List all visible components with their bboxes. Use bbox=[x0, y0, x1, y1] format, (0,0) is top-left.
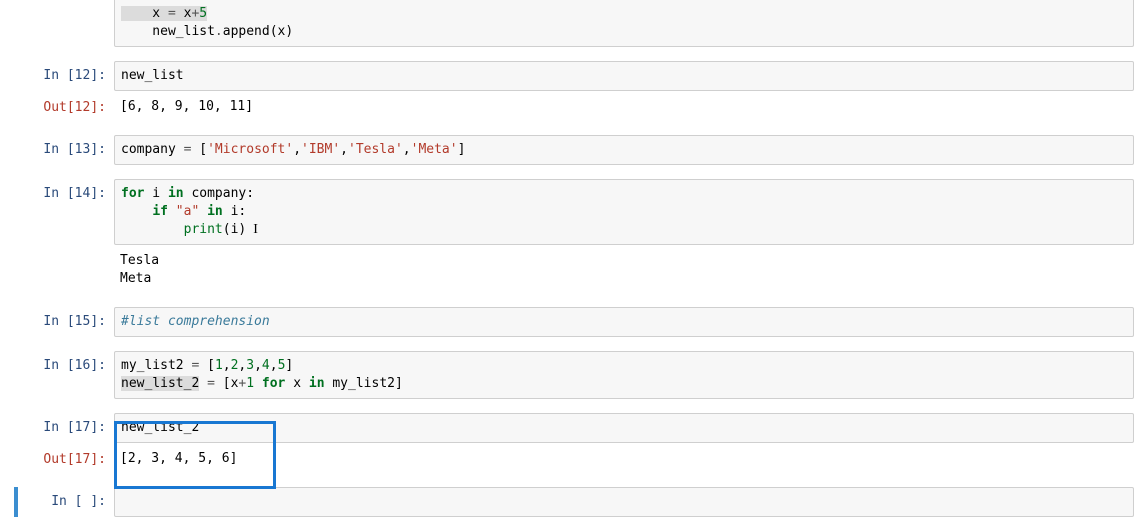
bracket: [ bbox=[191, 142, 207, 157]
code-text: x bbox=[176, 6, 192, 21]
prompt-in-12: In [12]: bbox=[14, 61, 114, 85]
code-input-empty[interactable] bbox=[114, 487, 1134, 517]
code-cell-14: In [14]: for i in company: if "a" in i: … bbox=[14, 179, 1134, 245]
str-tesla: 'Tesla' bbox=[348, 142, 403, 157]
text-cursor-icon: I bbox=[246, 222, 258, 237]
str-meta: 'Meta' bbox=[411, 142, 458, 157]
comma: , bbox=[340, 142, 348, 157]
prompt-in-empty: In [ ]: bbox=[18, 487, 114, 511]
comma: , bbox=[223, 358, 231, 373]
num: 3 bbox=[246, 358, 254, 373]
op-eq: = bbox=[207, 376, 215, 391]
comma: , bbox=[254, 358, 262, 373]
comma: , bbox=[403, 142, 411, 157]
prompt-out-12: Out[12]: bbox=[14, 93, 114, 117]
notebook-page: x = x+5 new_list.append(x) In [12]: new_… bbox=[0, 0, 1134, 517]
code-text: new_list bbox=[121, 68, 184, 83]
kw-in: in bbox=[168, 186, 184, 201]
indent bbox=[121, 204, 152, 219]
code-input-16[interactable]: my_list2 = [1,2,3,4,5] new_list_2 = [x+1… bbox=[114, 351, 1134, 399]
output-row-12: Out[12]: [6, 8, 9, 10, 11] bbox=[14, 93, 1134, 121]
code-text: i: bbox=[223, 204, 246, 219]
var-company: company bbox=[121, 142, 184, 157]
kw-in: in bbox=[309, 376, 325, 391]
comma: , bbox=[293, 142, 301, 157]
code-text bbox=[199, 376, 207, 391]
output-text-14: Tesla Meta bbox=[114, 247, 1134, 293]
code-cell-12: In [12]: new_list bbox=[14, 61, 1134, 91]
code-cell-15: In [15]: #list comprehension bbox=[14, 307, 1134, 337]
code-cell-13: In [13]: company = ['Microsoft','IBM','T… bbox=[14, 135, 1134, 165]
bracket: ] bbox=[458, 142, 466, 157]
num-5: 5 bbox=[199, 6, 207, 21]
output-text-12: [6, 8, 9, 10, 11] bbox=[114, 93, 1134, 121]
code-text: [x bbox=[215, 376, 238, 391]
code-text: my_list2] bbox=[325, 376, 403, 391]
bracket: [ bbox=[199, 358, 215, 373]
code-text bbox=[121, 494, 129, 509]
comma: , bbox=[270, 358, 278, 373]
code-input-12[interactable]: new_list bbox=[114, 61, 1134, 91]
prompt-in-17: In [17]: bbox=[14, 413, 114, 437]
code-text: i bbox=[144, 186, 167, 201]
comment-list-comprehension: #list comprehension bbox=[121, 314, 270, 329]
code-text: append(x) bbox=[223, 24, 293, 39]
output-row-17: Out[17]: [2, 3, 4, 5, 6] bbox=[14, 445, 1134, 473]
kw-if: if bbox=[152, 204, 168, 219]
str-microsoft: 'Microsoft' bbox=[207, 142, 293, 157]
kw-for: for bbox=[121, 186, 144, 201]
var-newlist2: new_list_2 bbox=[121, 376, 199, 391]
op-eq: = bbox=[168, 6, 176, 21]
output-row-14: Tesla Meta bbox=[14, 247, 1134, 293]
num: 4 bbox=[262, 358, 270, 373]
code-cell-17: In [17]: new_list_2 bbox=[14, 413, 1134, 443]
code-input-13[interactable]: company = ['Microsoft','IBM','Tesla','Me… bbox=[114, 135, 1134, 165]
kw-for: for bbox=[262, 376, 285, 391]
code-text: x bbox=[285, 376, 308, 391]
prompt-blank bbox=[14, 247, 114, 253]
code-input-fragment[interactable]: x = x+5 new_list.append(x) bbox=[114, 0, 1134, 47]
code-text: x bbox=[121, 6, 168, 21]
indent bbox=[121, 222, 184, 237]
code-input-15[interactable]: #list comprehension bbox=[114, 307, 1134, 337]
prompt-out-17: Out[17]: bbox=[14, 445, 114, 469]
code-input-14[interactable]: for i in company: if "a" in i: print(i) … bbox=[114, 179, 1134, 245]
prompt-in-blank bbox=[14, 0, 114, 6]
prompt-in-13: In [13]: bbox=[14, 135, 114, 159]
code-text bbox=[199, 204, 207, 219]
prompt-in-14: In [14]: bbox=[14, 179, 114, 203]
code-input-17[interactable]: new_list_2 bbox=[114, 413, 1134, 443]
num: 1 bbox=[215, 358, 223, 373]
output-text-17: [2, 3, 4, 5, 6] bbox=[114, 445, 1134, 473]
str-a: "a" bbox=[176, 204, 199, 219]
builtin-print: print bbox=[184, 222, 223, 237]
code-cell-16: In [16]: my_list2 = [1,2,3,4,5] new_list… bbox=[14, 351, 1134, 399]
str-ibm: 'IBM' bbox=[301, 142, 340, 157]
code-text: company: bbox=[184, 186, 254, 201]
code-text: new_list_2 bbox=[121, 420, 199, 435]
code-text bbox=[168, 204, 176, 219]
kw-in: in bbox=[207, 204, 223, 219]
prompt-in-16: In [16]: bbox=[14, 351, 114, 375]
code-text: new_list bbox=[121, 24, 215, 39]
code-cell-empty-selected[interactable]: In [ ]: bbox=[14, 487, 1134, 517]
highlighted-group: In [17]: new_list_2 Out[17]: [2, 3, 4, 5… bbox=[14, 413, 1134, 473]
code-text: (i) bbox=[223, 222, 246, 237]
bracket: ] bbox=[285, 358, 293, 373]
num-1: 1 bbox=[246, 376, 254, 391]
code-text bbox=[254, 376, 262, 391]
code-cell-fragment: x = x+5 new_list.append(x) bbox=[14, 0, 1134, 47]
prompt-in-15: In [15]: bbox=[14, 307, 114, 331]
op-dot: . bbox=[215, 24, 223, 39]
var-mylist2: my_list2 bbox=[121, 358, 191, 373]
